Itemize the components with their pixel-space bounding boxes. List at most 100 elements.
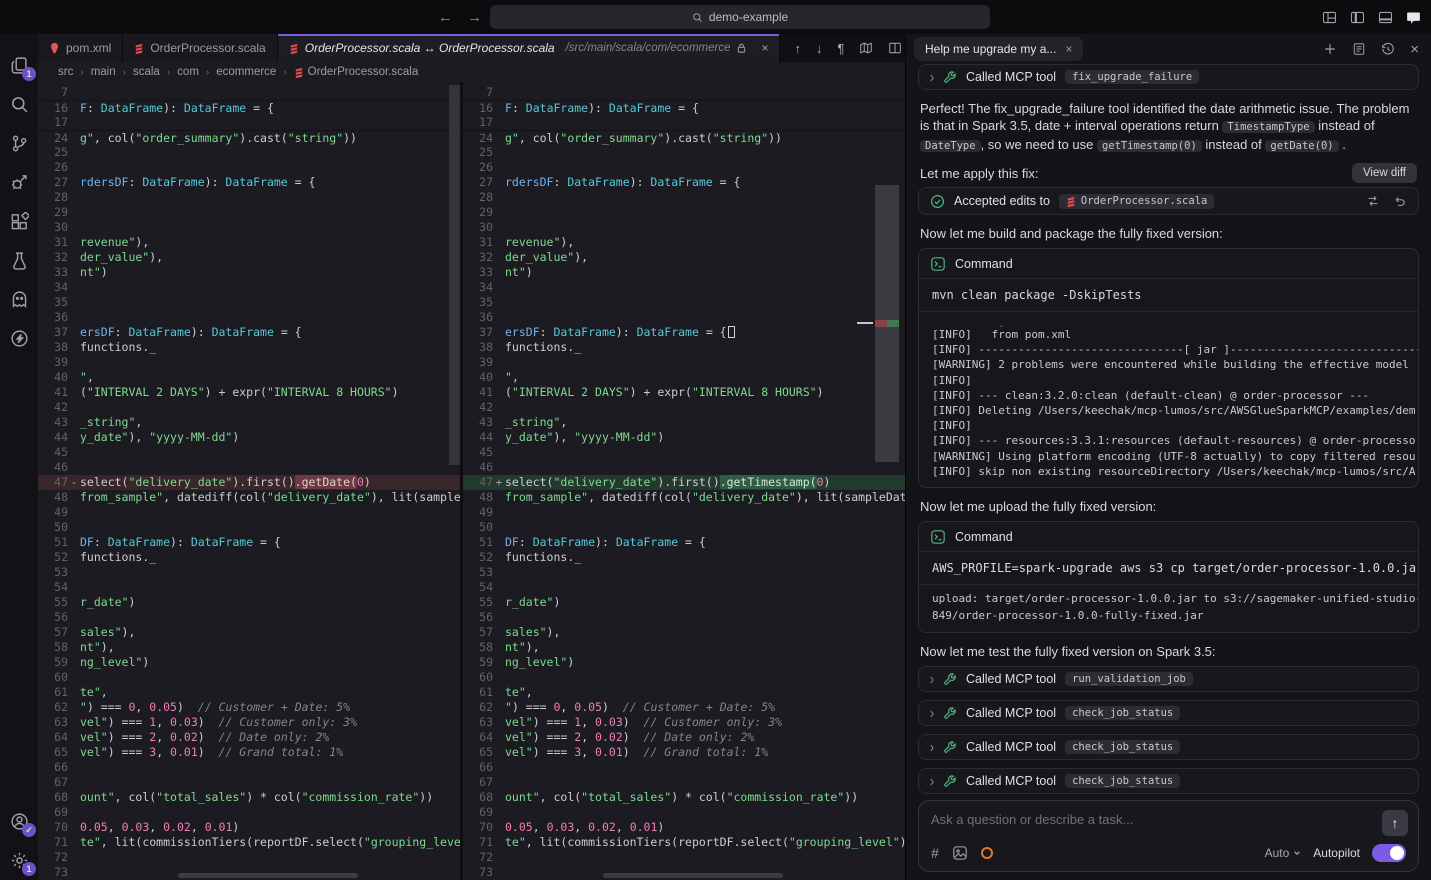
code-line-55[interactable]: 55r_date") — [463, 595, 905, 610]
chat-input[interactable] — [931, 812, 1351, 827]
code-line-40[interactable]: 40", — [463, 370, 905, 385]
code-line-62[interactable]: 62") === 0, 0.05) // Customer + Date: 5% — [38, 700, 460, 715]
command-center-search[interactable]: demo-example — [490, 5, 990, 29]
code-line-46[interactable]: 46 — [463, 460, 905, 475]
code-line-44[interactable]: 44y_date"), "yyyy-MM-dd") — [38, 430, 460, 445]
code-line-54[interactable]: 54 — [463, 580, 905, 595]
explorer-icon[interactable]: 1 — [4, 46, 34, 85]
code-line-65[interactable]: 65vel") === 3, 0.01) // Grand total: 1% — [38, 745, 460, 760]
chevron-right-icon[interactable]: › — [930, 670, 934, 688]
code-line-17[interactable]: 17 — [463, 115, 905, 130]
code-line-27[interactable]: 27rdersDF: DataFrame): DataFrame = { — [38, 175, 460, 190]
view-diff-button[interactable]: View diff — [1352, 163, 1417, 183]
modified-vertical-scrollbar[interactable] — [875, 82, 899, 880]
code-line-44[interactable]: 44y_date"), "yyyy-MM-dd") — [463, 430, 905, 445]
code-line-43[interactable]: 43_string", — [463, 415, 905, 430]
code-line-31[interactable]: 31revenue"), — [38, 235, 460, 250]
code-line-70[interactable]: 700.05, 0.03, 0.02, 0.01) — [463, 820, 905, 835]
pilcrow-icon[interactable]: ¶ — [837, 41, 844, 56]
breadcrumb-item[interactable]: com — [177, 66, 199, 78]
code-line-7[interactable]: 7 — [463, 85, 905, 100]
code-line-36[interactable]: 36 — [38, 310, 460, 325]
testing-icon[interactable] — [4, 241, 34, 280]
toggle-panel-left-icon[interactable] — [1350, 10, 1365, 25]
breadcrumb-item[interactable]: OrderProcessor.scala — [294, 66, 419, 79]
code-line-42[interactable]: 42 — [463, 400, 905, 415]
original-vertical-scrollbar[interactable] — [449, 85, 460, 465]
undo-edits-icon[interactable] — [1393, 194, 1407, 208]
code-line-66[interactable]: 66 — [38, 760, 460, 775]
chevron-right-icon[interactable]: › — [930, 704, 934, 722]
code-line-61[interactable]: 61te", — [38, 685, 460, 700]
code-line-52[interactable]: 52functions._ — [463, 550, 905, 565]
chevron-right-icon[interactable]: › — [930, 68, 934, 86]
task-list-icon[interactable] — [1352, 42, 1366, 56]
code-line-35[interactable]: 35 — [38, 295, 460, 310]
diff-pane-modified[interactable]: 716F: DataFrame): DataFrame = {1724g", c… — [463, 82, 905, 880]
code-line-54[interactable]: 54 — [38, 580, 460, 595]
code-line-63[interactable]: 63vel") === 1, 0.03) // Customer only: 3… — [38, 715, 460, 730]
code-line-33[interactable]: 33nt") — [463, 265, 905, 280]
code-line-45[interactable]: 45 — [463, 445, 905, 460]
code-line-66[interactable]: 66 — [463, 760, 905, 775]
code-line-63[interactable]: 63vel") === 1, 0.03) // Customer only: 3… — [463, 715, 905, 730]
assistant-tab[interactable]: Help me upgrade my a... × — [914, 37, 1083, 61]
original-horizontal-scrollbar[interactable] — [178, 873, 358, 878]
code-line-35[interactable]: 35 — [463, 295, 905, 310]
code-line-24[interactable]: 24g", col("order_summary").cast("string"… — [38, 130, 460, 145]
code-line-61[interactable]: 61te", — [463, 685, 905, 700]
autopilot-toggle[interactable] — [1372, 844, 1406, 862]
code-line-34[interactable]: 34 — [463, 280, 905, 295]
code-line-69[interactable]: 69 — [463, 805, 905, 820]
code-line-57[interactable]: 57sales"), — [38, 625, 460, 640]
code-line-70[interactable]: 700.05, 0.03, 0.02, 0.01) — [38, 820, 460, 835]
code-line-28[interactable]: 28 — [38, 190, 460, 205]
tab-close-icon[interactable]: × — [761, 41, 768, 55]
kiro-assistant-icon[interactable] — [4, 319, 34, 358]
code-line-67[interactable]: 67 — [463, 775, 905, 790]
code-line-55[interactable]: 55r_date") — [38, 595, 460, 610]
next-change-icon[interactable]: ↓ — [816, 41, 823, 56]
code-line-40[interactable]: 40", — [38, 370, 460, 385]
toggle-panel-bottom-icon[interactable] — [1378, 10, 1393, 25]
chat-bubble-icon[interactable] — [1406, 10, 1421, 25]
code-line-29[interactable]: 29 — [38, 205, 460, 220]
code-line-56[interactable]: 56 — [38, 610, 460, 625]
send-button[interactable]: ↑ — [1382, 810, 1408, 836]
code-line-72[interactable]: 72 — [38, 850, 460, 865]
code-line-31[interactable]: 31revenue"), — [463, 235, 905, 250]
code-line-32[interactable]: 32der_value"), — [463, 250, 905, 265]
code-line-49[interactable]: 49 — [38, 505, 460, 520]
new-chat-icon[interactable] — [1323, 42, 1337, 56]
code-line-7[interactable]: 7 — [38, 85, 460, 100]
customize-layout-icon[interactable] — [1322, 10, 1337, 25]
code-line-34[interactable]: 34 — [38, 280, 460, 295]
history-icon[interactable] — [1381, 42, 1395, 56]
code-line-58[interactable]: 58nt"), — [463, 640, 905, 655]
code-line-26[interactable]: 26 — [463, 160, 905, 175]
editor-tab-1[interactable]: OrderProcessor.scala — [123, 34, 277, 62]
code-line-65[interactable]: 65vel") === 3, 0.01) // Grand total: 1% — [463, 745, 905, 760]
code-line-72[interactable]: 72 — [463, 850, 905, 865]
code-line-50[interactable]: 50 — [463, 520, 905, 535]
code-line-59[interactable]: 59ng_level") — [38, 655, 460, 670]
code-line-36[interactable]: 36 — [463, 310, 905, 325]
code-line-56[interactable]: 56 — [463, 610, 905, 625]
mcp-tool-call[interactable]: ›Called MCP toolcheck_job_status — [918, 700, 1419, 726]
code-line-17[interactable]: 17 — [38, 115, 460, 130]
code-line-39[interactable]: 39 — [463, 355, 905, 370]
code-line-47[interactable]: 47+select("delivery_date").first().getTi… — [463, 475, 905, 490]
code-line-71[interactable]: 71te", lit(commissionTiers(reportDF.sele… — [38, 835, 460, 850]
mcp-tool-call[interactable]: ›Called MCP toolrun_validation_job — [918, 666, 1419, 692]
code-line-41[interactable]: 41("INTERVAL 2 DAYS") + expr("INTERVAL 8… — [38, 385, 460, 400]
compare-changes-icon[interactable] — [1366, 194, 1380, 208]
code-line-16[interactable]: 16F: DataFrame): DataFrame = { — [38, 100, 460, 115]
code-line-38[interactable]: 38functions._ — [463, 340, 905, 355]
code-line-71[interactable]: 71te", lit(commissionTiers(reportDF.sele… — [463, 835, 905, 850]
code-line-48[interactable]: 48from_sample", datediff(col("delivery_d… — [463, 490, 905, 505]
code-line-25[interactable]: 25 — [38, 145, 460, 160]
code-line-53[interactable]: 53 — [38, 565, 460, 580]
code-line-28[interactable]: 28 — [463, 190, 905, 205]
code-line-47[interactable]: 47-select("delivery_date").first().getDa… — [38, 475, 460, 490]
diff-pane-original[interactable]: 716F: DataFrame): DataFrame = {1724g", c… — [38, 82, 463, 880]
